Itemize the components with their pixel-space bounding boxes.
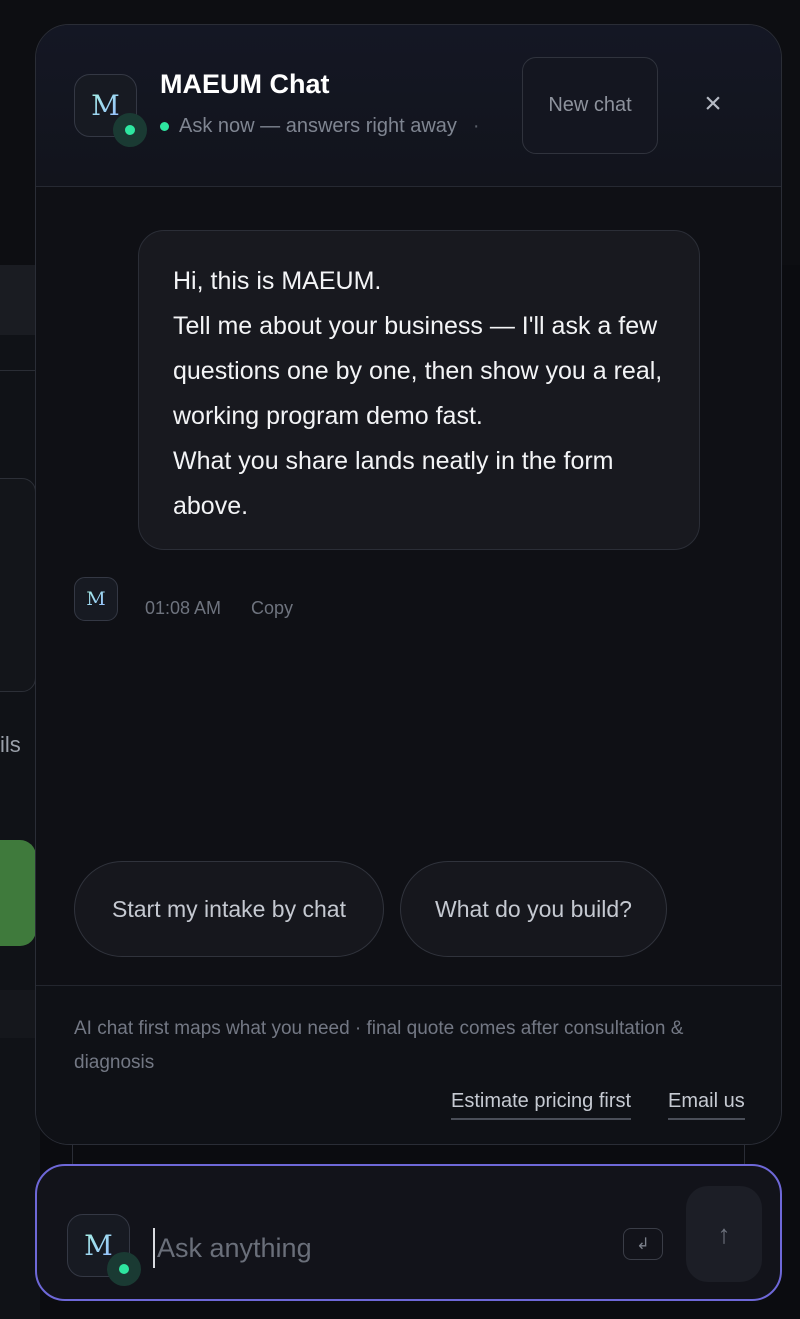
arrow-up-icon: ↑ [717, 1218, 731, 1249]
email-us-link[interactable]: Email us [668, 1090, 745, 1120]
online-dot-icon [160, 122, 169, 131]
chat-message-input[interactable] [153, 1228, 613, 1268]
background-partial-text: ils [0, 732, 21, 757]
suggestion-start-intake[interactable]: Start my intake by chat [74, 861, 384, 957]
subtitle-separator: · [472, 115, 480, 137]
enter-key-icon: ↲ [623, 1228, 663, 1260]
message-line: Hi, this is MAEUM. [173, 267, 382, 295]
chat-title: MAEUM Chat [160, 69, 330, 99]
background-divider [0, 370, 40, 371]
chat-footer: AI chat first maps what you need · final… [36, 985, 781, 1144]
avatar-letter: M [86, 588, 106, 610]
footer-note: AI chat first maps what you need · final… [74, 1018, 684, 1073]
suggestion-what-do-you-build[interactable]: What do you build? [400, 861, 667, 957]
new-chat-button[interactable]: New chat [522, 57, 658, 154]
assistant-message-bubble: Hi, this is MAEUM. Tell me about your bu… [138, 230, 700, 550]
chat-subtitle: Ask now — answers right away · [160, 115, 480, 138]
online-status-icon [107, 1252, 141, 1286]
background-band [0, 265, 40, 335]
send-button[interactable]: ↑ [686, 1186, 762, 1282]
connector-line [72, 1145, 73, 1164]
avatar-letter: M [91, 89, 120, 122]
estimate-pricing-link[interactable]: Estimate pricing first [451, 1090, 632, 1120]
message-line: Tell me about your business — I'll ask a… [173, 312, 663, 430]
avatar-letter: M [84, 1229, 113, 1262]
background-green-button[interactable] [0, 840, 36, 946]
chat-panel: M MAEUM Chat Ask now — answers right awa… [35, 24, 782, 1145]
message-avatar: M [74, 577, 118, 621]
subtitle-text: Ask now — answers right away [179, 115, 457, 137]
copy-message-button[interactable]: Copy [251, 598, 293, 619]
connector-line [744, 1145, 745, 1164]
background-band-lower [0, 990, 40, 1038]
message-timestamp: 01:08 AM [145, 598, 222, 618]
close-icon[interactable]: × [696, 87, 730, 121]
background-textarea[interactable] [0, 478, 36, 692]
chat-header: M MAEUM Chat Ask now — answers right awa… [36, 25, 781, 187]
online-status-icon [113, 113, 147, 147]
message-line: What you share lands neatly in the form … [173, 447, 614, 520]
chat-input-bar: M ↲ ↑ [35, 1164, 782, 1301]
